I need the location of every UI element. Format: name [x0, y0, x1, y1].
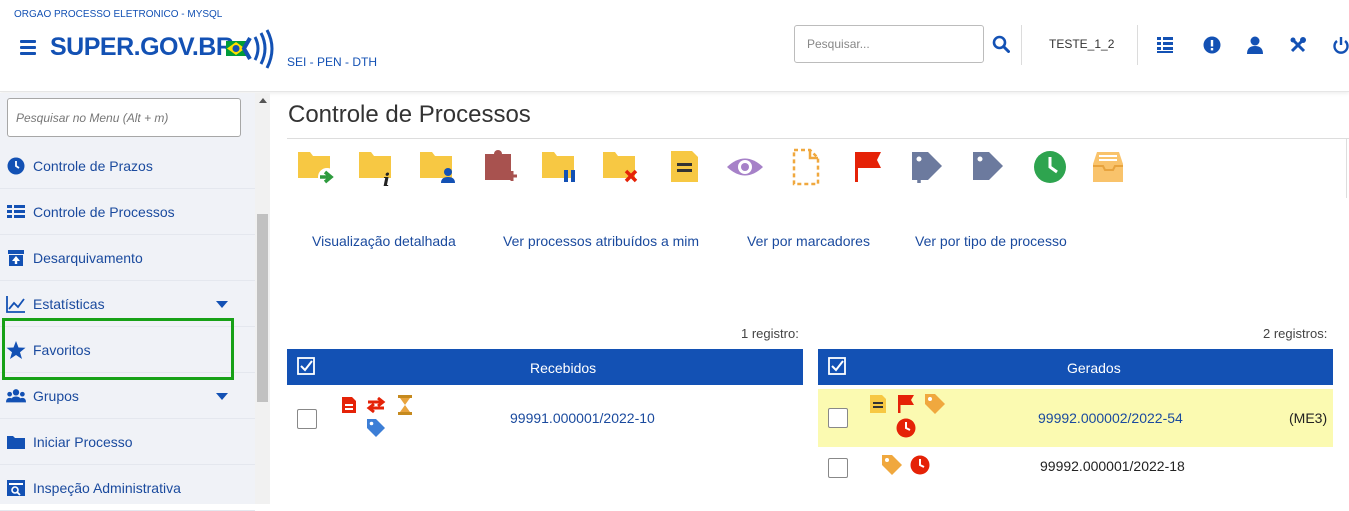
sidebar-item-estatisticas[interactable]: Estatísticas	[0, 281, 255, 327]
process-info-icon[interactable]: i	[357, 148, 401, 188]
transfer-icon[interactable]	[365, 396, 387, 414]
sidebar-item-controle-de-prazos[interactable]: Controle de Prazos	[0, 143, 255, 189]
generated-count: 2 registros:	[1263, 326, 1328, 341]
system-subtitle: SEI - PEN - DTH	[287, 55, 378, 69]
sidebar-item-label: Controle de Processos	[33, 204, 175, 220]
generated-table-title: Gerados	[1067, 360, 1121, 376]
received-count: 1 registro:	[741, 326, 799, 341]
inspection-icon	[7, 480, 25, 496]
sidebar-item-label: Grupos	[33, 388, 79, 404]
sidebar-item-grupos[interactable]: Grupos	[0, 373, 255, 419]
table-row: 99992.000002/2022-54 (ME3)	[818, 389, 1333, 447]
top-header: ORGAO PROCESSO ELETRONICO - MYSQL SUPER.…	[0, 0, 1349, 92]
list-icon	[7, 205, 25, 218]
row-checkbox[interactable]	[828, 408, 848, 428]
sidebar-item-favoritos[interactable]: Favoritos	[0, 327, 255, 373]
chart-icon	[6, 296, 25, 313]
archive-icon[interactable]	[1089, 148, 1133, 188]
unarchive-icon	[8, 250, 24, 266]
process-link[interactable]: 99992.000002/2022-54	[1038, 410, 1183, 426]
user-icon[interactable]	[1246, 36, 1264, 54]
received-table-title: Recebidos	[530, 360, 597, 376]
row-checkbox[interactable]	[828, 458, 848, 478]
send-process-icon[interactable]	[296, 148, 340, 188]
search-icon[interactable]	[992, 35, 1010, 53]
units-list-icon[interactable]	[1157, 36, 1173, 54]
process-link[interactable]: 99992.000001/2022-18	[1040, 458, 1185, 474]
menu-icon[interactable]	[20, 40, 36, 55]
conclude-process-icon[interactable]	[601, 148, 645, 188]
page-title: Controle de Processos	[288, 101, 531, 128]
sidebar-item-label: Favoritos	[33, 342, 91, 358]
folder-icon	[7, 436, 25, 449]
view-assigned-link[interactable]: Ver processos atribuídos a mim	[503, 233, 699, 249]
remove-marker-icon[interactable]	[967, 148, 1011, 188]
sidebar-item-controle-de-processos[interactable]: Controle de Processos	[0, 189, 255, 235]
menu-search-input[interactable]	[7, 98, 241, 137]
sidebar-item-iniciar-processo[interactable]: Iniciar Processo	[0, 419, 255, 465]
note-icon[interactable]	[662, 148, 706, 188]
add-marker-icon[interactable]	[906, 148, 950, 188]
star-icon	[6, 341, 26, 359]
sidebar-item-label: Iniciar Processo	[33, 434, 133, 450]
sidebar-item-label: Inspeção Administrativa	[33, 480, 181, 496]
view-icon[interactable]	[723, 148, 767, 188]
sidebar-item-label: Desarquivamento	[33, 250, 143, 266]
header-divider	[1137, 25, 1138, 65]
document-red-icon[interactable]	[340, 396, 358, 414]
brand-title[interactable]: SUPER.GOV.BR	[50, 33, 234, 62]
svg-text:i: i	[383, 170, 390, 188]
table-row: 99991.000001/2022-10	[287, 392, 803, 438]
brand-logo-icon	[226, 29, 274, 69]
view-by-markers-link[interactable]: Ver por marcadores	[747, 233, 870, 249]
new-document-icon[interactable]	[784, 148, 828, 188]
attach-process-icon[interactable]	[479, 148, 523, 188]
search-input[interactable]	[794, 25, 984, 63]
process-link[interactable]: 99991.000001/2022-10	[510, 410, 655, 426]
clock-icon	[7, 157, 25, 175]
clock-red-icon[interactable]	[910, 455, 930, 475]
sidebar-item-label: Estatísticas	[33, 296, 105, 312]
note-yellow-icon[interactable]	[869, 394, 887, 414]
sidebar-item-desarquivamento[interactable]: Desarquivamento	[0, 235, 255, 281]
toolbar-divider	[287, 138, 1349, 139]
org-name: ORGAO PROCESSO ELETRONICO - MYSQL	[14, 9, 223, 20]
toolbar-divider	[1346, 138, 1347, 198]
sidebar-item-label: Controle de Prazos	[33, 158, 153, 174]
select-all-checkbox-icon[interactable]	[297, 357, 315, 375]
scroll-up-icon[interactable]	[259, 98, 267, 103]
chevron-down-icon[interactable]	[216, 301, 228, 308]
tools-icon[interactable]	[1289, 36, 1307, 54]
chevron-down-icon[interactable]	[216, 393, 228, 400]
tag-blue-icon[interactable]	[366, 418, 386, 438]
info-alert-icon[interactable]	[1203, 36, 1221, 54]
process-extra-label: (ME3)	[1289, 410, 1328, 426]
power-icon[interactable]	[1333, 36, 1349, 54]
current-unit[interactable]: TESTE_1_2	[1049, 37, 1114, 51]
view-by-type-link[interactable]: Ver por tipo de processo	[915, 233, 1067, 249]
generated-table-header: Gerados	[818, 349, 1333, 385]
flag-icon[interactable]	[845, 148, 889, 188]
sidebar-item-inspecao-administrativa[interactable]: Inspeção Administrativa	[0, 465, 255, 511]
assign-process-icon[interactable]	[418, 148, 462, 188]
tag-orange-icon[interactable]	[881, 454, 903, 476]
suspend-process-icon[interactable]	[540, 148, 584, 188]
received-table-header: Recebidos	[287, 349, 803, 385]
sidebar-scroll-thumb[interactable]	[257, 214, 268, 402]
clock-red-icon[interactable]	[896, 418, 916, 438]
deadline-icon[interactable]	[1028, 148, 1072, 188]
flag-red-icon[interactable]	[897, 394, 915, 414]
sidebar-menu: Controle de Prazos Controle de Processos…	[0, 93, 255, 511]
group-icon	[6, 389, 26, 403]
header-divider	[1021, 25, 1022, 65]
hourglass-icon[interactable]	[397, 395, 413, 415]
table-row: 99992.000001/2022-18	[818, 447, 1333, 491]
view-detailed-link[interactable]: Visualização detalhada	[312, 233, 456, 249]
select-all-checkbox-icon[interactable]	[828, 357, 846, 375]
tag-orange-icon[interactable]	[924, 393, 946, 415]
row-checkbox[interactable]	[297, 409, 317, 429]
